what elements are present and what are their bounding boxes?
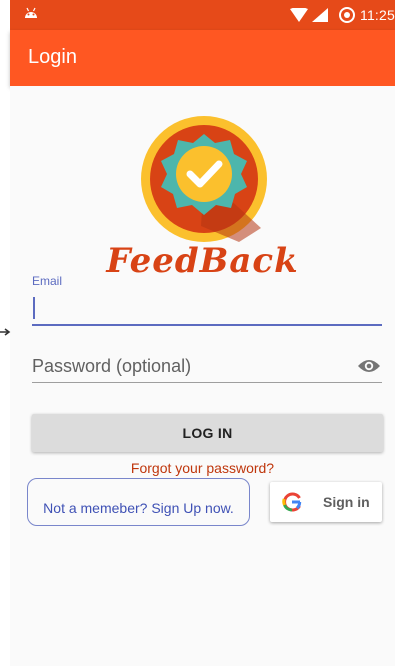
page-title: Login: [28, 46, 77, 68]
status-time: 11:25: [360, 7, 395, 23]
signup-button[interactable]: Not a memeber? Sign Up now.: [27, 478, 250, 526]
login-content: FeedBack Email LOG IN Forgot your passwo…: [10, 86, 395, 666]
text-cursor: [33, 297, 35, 319]
login-button[interactable]: LOG IN: [32, 414, 383, 452]
alarm-icon: [339, 7, 355, 23]
google-signin-label: Sign in: [323, 494, 370, 510]
email-field[interactable]: [32, 292, 382, 326]
eye-icon[interactable]: [357, 357, 381, 375]
arrow-icon: [0, 328, 11, 336]
email-label: Email: [32, 274, 63, 288]
status-icons: 11:25: [290, 5, 395, 25]
checkmark-badge-icon: [141, 116, 267, 242]
wifi-icon: [290, 8, 308, 22]
password-field[interactable]: [32, 350, 382, 383]
google-signin-button[interactable]: Sign in: [270, 482, 382, 522]
status-bar: 11:25: [10, 0, 395, 30]
forgot-password-link[interactable]: Forgot your password?: [10, 460, 395, 476]
signup-label: Not a memeber? Sign Up now.: [43, 500, 234, 516]
brand-name: FeedBack: [106, 241, 299, 281]
google-g-icon: [282, 492, 302, 512]
app-bar: Login: [10, 30, 395, 86]
android-icon: [25, 7, 37, 18]
signal-icon: [312, 8, 328, 22]
